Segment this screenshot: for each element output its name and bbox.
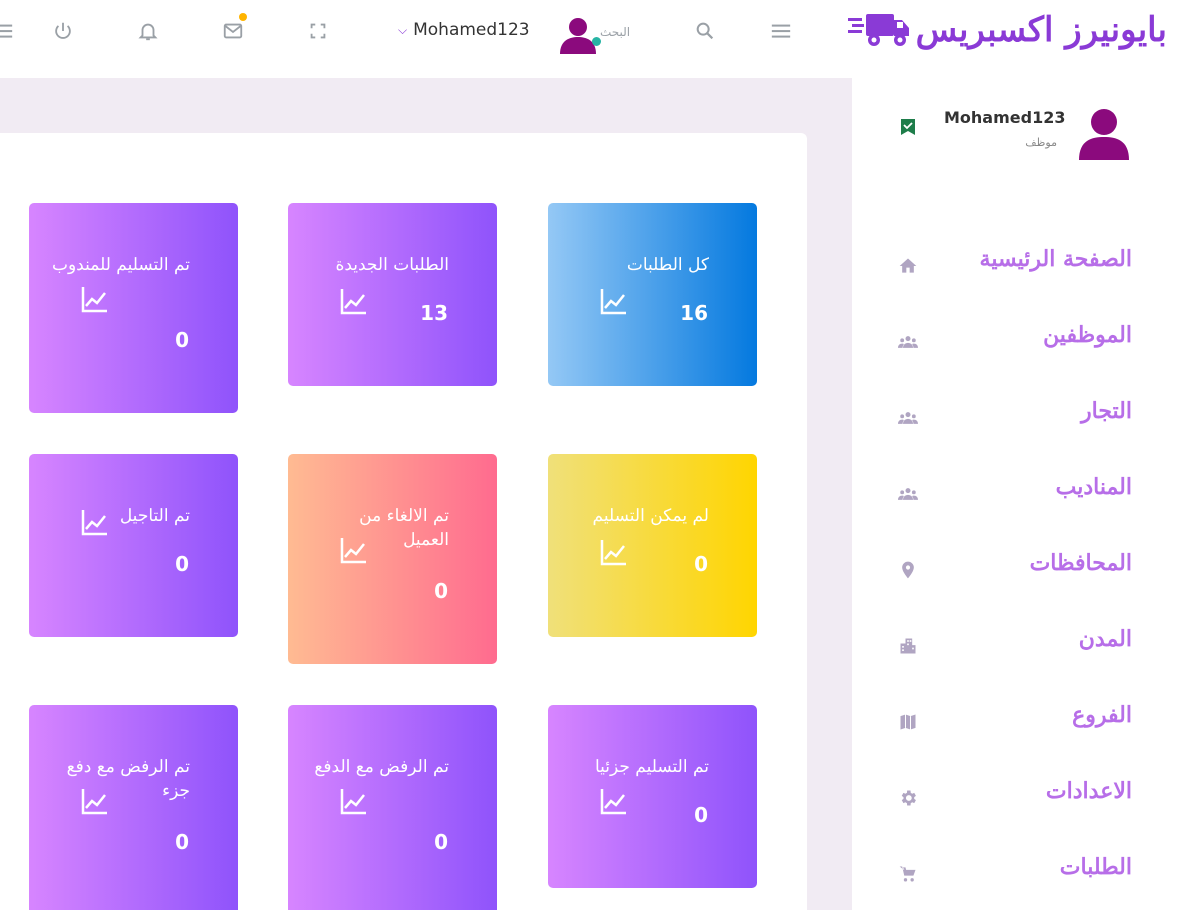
card-title: تم الرفض مع دفع جزء [66,757,190,801]
sidebar-item-home[interactable]: الصفحة الرئيسية [852,228,1177,304]
truck-icon [847,14,909,46]
card-value: 0 [175,830,189,854]
stat-card-all-orders[interactable]: كل الطلبات 16 [548,203,757,386]
card-value: 0 [434,579,448,603]
card-title: الطلبات الجديدة [335,255,449,275]
sidebar-item-label: المدن [1078,626,1132,652]
bell-icon[interactable] [135,18,161,44]
stat-card-delivered-to-delegate[interactable]: تم التسليم للمندوب 0 [29,203,238,413]
card-value: 0 [175,328,189,352]
card-title: تم الالغاء من العميل [359,506,449,550]
people-icon [896,330,920,354]
fullscreen-icon[interactable] [305,18,331,44]
sidebar-item-merchants[interactable]: التجار [852,380,1177,456]
gear-icon [896,786,920,810]
card-value: 16 [680,301,708,325]
avatar [1079,109,1129,160]
user-menu[interactable]: ⌵ Mohamed123 [398,20,530,40]
sidebar-item-delegates[interactable]: المناديب [852,456,1177,532]
people-icon [896,406,920,430]
stat-card-cannot-deliver[interactable]: لم يمكن التسليم 0 [548,454,757,637]
sidebar-item-label: الصفحة الرئيسية [979,246,1132,272]
sidebar: Mohamed123 موظف الصفحة الرئيسية الموظفين… [852,78,1177,910]
chart-line-icon [81,510,107,536]
mail-icon[interactable] [220,18,246,44]
card-value: 0 [694,803,708,827]
sidebar-item-label: الاعدادات [1045,778,1132,804]
search-icon[interactable] [692,18,718,44]
notification-dot [239,13,247,21]
sidebar-item-employees[interactable]: الموظفين [852,304,1177,380]
card-title: تم التسليم جزئيا [594,757,709,777]
main-content: كل الطلبات 16 الطلبات الجديدة 13 تم التس… [0,78,852,910]
chart-line-icon [340,789,366,815]
chart-line-icon [600,789,626,815]
chart-line-icon [600,540,626,566]
card-value: 0 [694,552,708,576]
card-title: تم التاجيل [119,506,190,526]
cart-icon [896,862,920,886]
card-title: لم يمكن التسليم [592,506,709,526]
city-icon [896,634,920,658]
avatar[interactable] [558,14,598,54]
map-icon [896,710,920,734]
top-header: بايونيرز اكسبريس ⌵ Mohamed123 [0,0,1177,78]
chart-line-icon [340,289,366,315]
logo[interactable]: بايونيرز اكسبريس [847,4,1167,56]
sidebar-item-label: الطلبات [1059,854,1132,880]
dashboard-panel: كل الطلبات 16 الطلبات الجديدة 13 تم التس… [0,133,807,910]
chevron-down-icon: ⌵ [398,22,408,37]
stat-card-postponed[interactable]: تم التاجيل 0 [29,454,238,637]
people-icon [896,482,920,506]
sidebar-item-label: المناديب [1055,474,1132,500]
menu-icon[interactable] [0,18,16,44]
power-icon[interactable] [50,18,76,44]
stat-card-new-orders[interactable]: الطلبات الجديدة 13 [288,203,497,386]
card-value: 0 [434,830,448,854]
sidebar-item-label: الفروع [1072,702,1132,728]
menu-icon[interactable] [768,18,794,44]
card-title: تم الرفض مع الدفع [314,757,449,777]
card-value: 0 [175,552,189,576]
username-label: Mohamed123 [413,20,530,40]
chart-line-icon [600,289,626,315]
sidebar-item-settings[interactable]: الاعدادات [852,760,1177,836]
chart-line-icon [340,538,366,564]
stat-card-cancelled-by-customer[interactable]: تم الالغاء من العميل 0 [288,454,497,664]
profile-role: موظف [1025,136,1057,149]
profile-name: Mohamed123 [944,108,1066,127]
sidebar-item-label: الموظفين [1043,322,1132,348]
card-value: 13 [420,301,448,325]
sidebar-item-label: التجار [1081,398,1132,424]
sidebar-nav: الصفحة الرئيسية الموظفين التجار المناديب… [852,228,1177,910]
chart-line-icon [81,287,107,313]
sidebar-item-branches[interactable]: الفروع [852,684,1177,760]
verified-badge-icon [901,119,915,135]
stat-card-rejected-partial-payment[interactable]: تم الرفض مع دفع جزء 0 [29,705,238,910]
sidebar-item-cities[interactable]: المدن [852,608,1177,684]
online-status-dot [592,37,601,46]
stat-card-rejected-with-payment[interactable]: تم الرفض مع الدفع 0 [288,705,497,910]
sidebar-profile: Mohamed123 موظف [852,96,1177,166]
sidebar-item-orders[interactable]: الطلبات [852,836,1177,910]
sidebar-item-label: المحافظات [1029,550,1132,576]
home-icon [896,254,920,278]
location-icon [896,558,920,582]
logo-text: بايونيرز اكسبريس [915,10,1167,50]
search-input[interactable] [600,20,682,44]
stat-card-partially-delivered[interactable]: تم التسليم جزئيا 0 [548,705,757,888]
sidebar-item-governorates[interactable]: المحافظات [852,532,1177,608]
card-title: كل الطلبات [626,255,709,275]
card-title: تم التسليم للمندوب [51,255,190,275]
chart-line-icon [81,789,107,815]
